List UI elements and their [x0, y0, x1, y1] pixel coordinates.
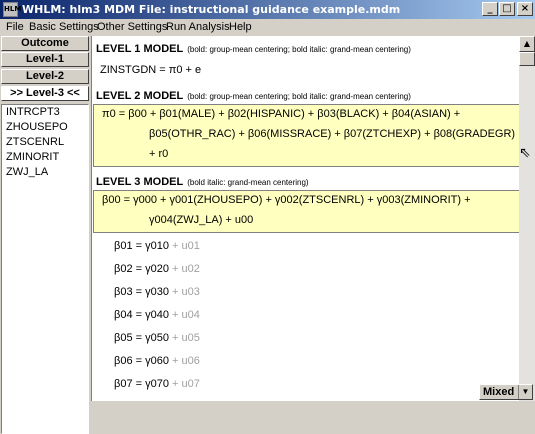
scroll-up-arrow-icon[interactable]: ▲ — [519, 36, 535, 52]
level-2-eq-line1[interactable]: π0 = β00 + β01(MALE) + β02(HISPANIC) + β… — [102, 108, 460, 120]
app-icon: HLM — [3, 2, 21, 17]
menu-other-settings[interactable]: Other Settings — [97, 21, 167, 33]
window-title: WHLM: hlm3 MDM File: instructional guida… — [22, 3, 401, 16]
level-3-button[interactable]: >> Level-3 << — [1, 86, 89, 101]
beta-equation-row[interactable]: β07 = γ070 + u07 — [114, 378, 200, 390]
close-button[interactable]: × — [517, 2, 533, 16]
menu-basic-settings[interactable]: Basic Settings — [29, 21, 99, 33]
level-1-header: LEVEL 1 MODEL (bold: group-mean centering… — [96, 43, 411, 55]
list-item[interactable]: ZHOUSEPO — [2, 120, 88, 135]
level-2-eq-line2[interactable]: β05(OTHR_RAC) + β06(MISSRACE) + β07(ZTCH… — [149, 128, 515, 140]
level-1-equation[interactable]: ZINSTGDN = π0 + e — [100, 64, 201, 76]
menu-run-analysis[interactable]: Run Analysis — [166, 21, 230, 33]
beta-equation-row[interactable]: β05 = γ050 + u05 — [114, 332, 200, 344]
mouse-cursor-icon: ⇖ — [519, 145, 531, 161]
list-item[interactable]: ZMINORIT — [2, 150, 88, 165]
list-item[interactable]: INTRCPT3 — [2, 105, 88, 120]
beta-equation-row[interactable]: β06 = γ060 + u06 — [114, 355, 200, 367]
left-pane: Outcome Level-1 Level-2 >> Level-3 << IN… — [0, 36, 91, 434]
level-2-equation-box[interactable]: π0 = β00 + β01(MALE) + β02(HISPANIC) + β… — [93, 104, 520, 167]
mixed-dropdown[interactable]: Mixed ▼ — [479, 384, 533, 400]
beta-equation-row[interactable]: β01 = γ010 + u01 — [114, 240, 200, 252]
level-3-equation-box[interactable]: β00 = γ000 + γ001(ZHOUSEPO) + γ002(ZTSCE… — [93, 190, 520, 233]
level-2-eq-line3[interactable]: + r0 — [149, 148, 168, 160]
level-3-eq-line2[interactable]: γ004(ZWJ_LA) + u00 — [149, 214, 253, 226]
outcome-button[interactable]: Outcome — [1, 36, 89, 51]
beta-equation-row[interactable]: β02 = γ020 + u02 — [114, 263, 200, 275]
list-item[interactable]: ZWJ_LA — [2, 165, 88, 180]
menu-bar: File Basic Settings Other Settings Run A… — [0, 19, 535, 36]
title-bar: HLM WHLM: hlm3 MDM File: instructional g… — [0, 0, 535, 19]
variable-list: INTRCPT3 ZHOUSEPO ZTSCENRL ZMINORIT ZWJ_… — [1, 104, 89, 434]
model-pane: LEVEL 1 MODEL (bold: group-mean centering… — [91, 36, 520, 401]
level-2-button[interactable]: Level-2 — [1, 69, 89, 84]
menu-file[interactable]: File — [6, 21, 24, 33]
level-2-header: LEVEL 2 MODEL (bold: group-mean centering… — [96, 90, 411, 102]
beta-equation-row[interactable]: β04 = γ040 + u04 — [114, 309, 200, 321]
chevron-down-icon[interactable]: ▼ — [518, 385, 532, 399]
minimize-button[interactable]: _ — [482, 2, 498, 16]
maximize-button[interactable]: □ — [499, 2, 515, 16]
level-3-eq-line1[interactable]: β00 = γ000 + γ001(ZHOUSEPO) + γ002(ZTSCE… — [102, 194, 471, 206]
vertical-scrollbar[interactable]: ▲ — [519, 36, 535, 401]
scroll-thumb[interactable] — [519, 52, 535, 66]
level-3-header: LEVEL 3 MODEL (bold italic: grand-mean ce… — [96, 176, 309, 188]
menu-help[interactable]: Help — [229, 21, 252, 33]
list-item[interactable]: ZTSCENRL — [2, 135, 88, 150]
level-1-button[interactable]: Level-1 — [1, 52, 89, 67]
beta-equation-row[interactable]: β03 = γ030 + u03 — [114, 286, 200, 298]
